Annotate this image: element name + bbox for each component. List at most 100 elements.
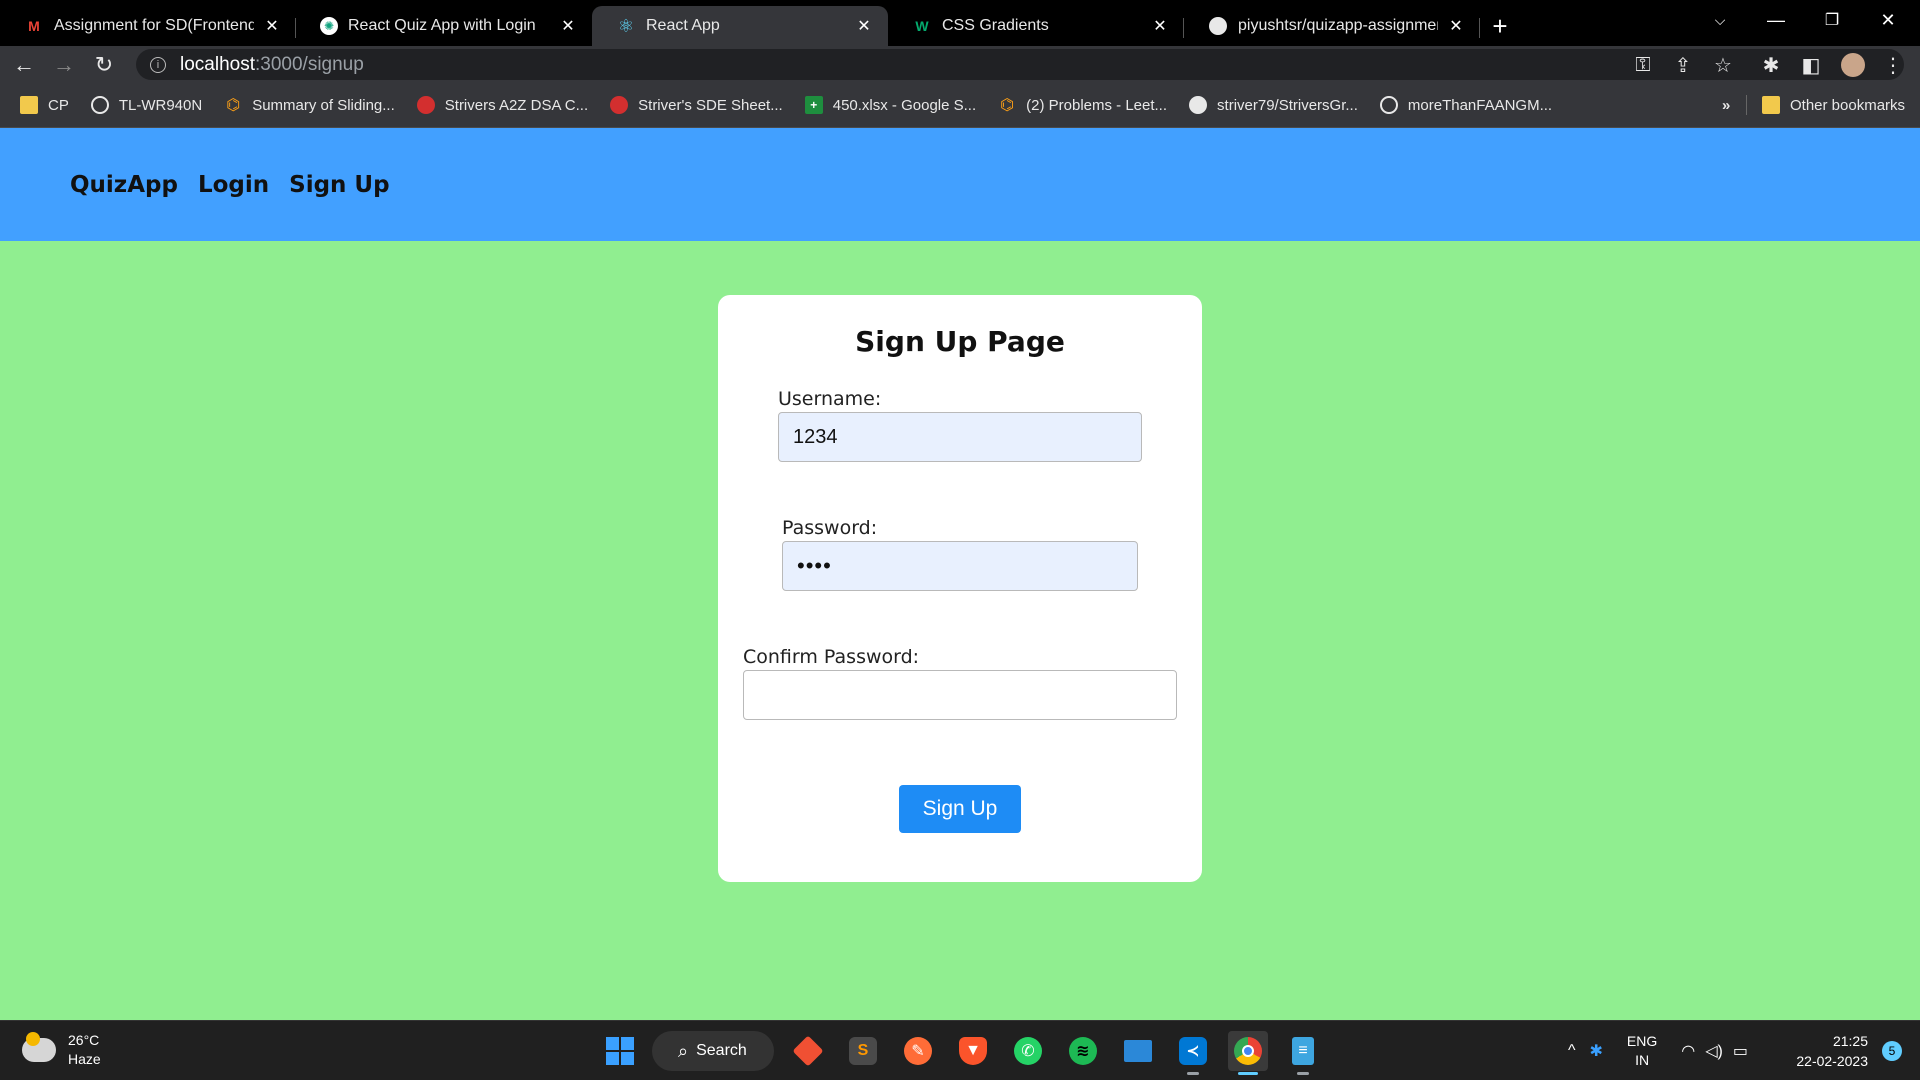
language-code: ENG [1626,1033,1658,1049]
taskbar-app-sublime[interactable]: S [843,1031,883,1071]
close-icon[interactable]: ✕ [854,16,874,36]
bookmark-item[interactable]: TL-WR940N [90,96,202,114]
tuf-icon [416,96,435,114]
overflow-chevron-icon: » [1722,96,1731,114]
new-tab-button[interactable]: + [1480,6,1520,46]
taskbar-app-postman[interactable]: ✎ [898,1031,938,1071]
weather-cloud-icon [22,1032,56,1062]
windows-logo-icon [606,1037,634,1065]
password-value: •••• [797,553,832,578]
bookmark-item[interactable]: +450.xlsx - Google S... [804,96,977,114]
username-label: Username: [778,388,882,410]
browser-tab-css-gradients[interactable]: W CSS Gradients ✕ [888,6,1184,46]
bookmark-label: 450.xlsx - Google S... [832,96,977,114]
taskbar-app-spotify[interactable]: ≋ [1063,1031,1103,1071]
nav-link-signup[interactable]: Sign Up [289,172,389,198]
temperature: 26°C [68,1032,100,1048]
reload-button[interactable]: ↻ [88,49,120,81]
signup-button[interactable]: Sign Up [899,785,1021,833]
signup-card: Sign Up Page Username: 1234 Password: ••… [718,295,1202,882]
postman-icon: ✎ [904,1037,932,1065]
forward-button[interactable]: → [48,49,80,81]
bookmark-item[interactable]: ⌬ Summary of Sliding... [224,96,395,115]
start-button[interactable] [600,1031,640,1071]
whatsapp-icon: ✆ [1014,1037,1042,1065]
password-input[interactable]: •••• [782,541,1138,591]
bookmark-star-icon[interactable]: ☆ [1708,50,1738,80]
close-window-button[interactable]: ✕ [1860,0,1916,40]
close-icon[interactable]: ✕ [558,16,578,36]
confirm-password-input[interactable] [743,670,1177,720]
taskbar-app-chrome[interactable] [1228,1031,1268,1075]
back-button[interactable]: ← [8,49,40,81]
bookmark-item[interactable]: striver79/StriversGr... [1189,96,1358,114]
battery-icon[interactable]: ▭ [1733,1041,1748,1061]
bookmark-label: Other bookmarks [1790,96,1906,114]
taskbar-app-git[interactable] [788,1031,828,1071]
browser-tab-react-app[interactable]: ⚛ React App ✕ [592,6,888,46]
taskbar-search[interactable]: ⌕ Search [652,1031,774,1071]
taskbar-app-brave[interactable]: ▼ [953,1031,993,1071]
browser-tab-github[interactable]: piyushtsr/quizapp-assignment ✕ [1184,6,1480,46]
bookmark-label: moreThanFAANGM... [1407,96,1553,114]
taskbar-app-desktop[interactable] [1118,1031,1158,1071]
confirm-password-label: Confirm Password: [743,646,920,668]
bookmarks-divider [1746,95,1747,115]
folder-icon [1762,96,1780,114]
profile-avatar[interactable] [1838,50,1868,80]
bookmark-item[interactable]: Striver's SDE Sheet... [610,96,783,114]
site-info-icon[interactable]: i [150,56,166,73]
volume-icon[interactable]: ◁) [1705,1041,1723,1061]
taskbar-app-whatsapp[interactable]: ✆ [1008,1031,1048,1071]
bookmark-item[interactable]: ⌬ (2) Problems - Leet... [998,96,1167,115]
menu-icon[interactable]: ⋮ [1878,50,1908,80]
wifi-icon[interactable]: ◠ [1681,1041,1695,1061]
share-icon[interactable]: ⇪ [1668,50,1698,80]
vscode-icon: ≺ [1179,1037,1207,1065]
browser-tab-chatgpt[interactable]: ✺ React Quiz App with Login ✕ [296,6,592,46]
side-panel-icon[interactable]: ◧ [1796,50,1826,80]
bookmark-label: Strivers A2Z DSA C... [444,96,589,114]
monitor-icon [1124,1040,1152,1062]
time: 21:25 [1832,1033,1868,1049]
tab-divider [1479,18,1480,38]
git-icon [792,1035,824,1067]
clock[interactable]: 21:25 22-02-2023 [1796,1031,1868,1071]
close-icon[interactable]: ✕ [1446,16,1466,36]
tab-title: CSS Gradients [942,17,1049,34]
bookmark-item[interactable]: Strivers A2Z DSA C... [416,96,589,114]
brave-icon: ▼ [959,1037,987,1065]
taskbar-app-notepad[interactable]: ≡ [1283,1031,1323,1075]
taskbar-app-vscode[interactable]: ≺ [1173,1031,1213,1075]
browser-tab-gmail[interactable]: M Assignment for SD(Frontend) Inte ✕ [0,6,296,46]
key-icon[interactable]: ⚿ [1628,50,1658,80]
notification-badge[interactable]: 5 [1882,1041,1902,1061]
weather-widget[interactable]: 26°C Haze [22,1031,101,1069]
username-input[interactable]: 1234 [778,412,1142,462]
url-path: :3000/signup [255,53,364,75]
nav-link-quizapp[interactable]: QuizApp [70,172,178,198]
github-icon [1208,16,1228,36]
search-label: Search [696,1042,747,1059]
running-indicator [1187,1072,1199,1075]
bookmarks-overflow-button[interactable]: » [1722,97,1730,114]
bookmark-item[interactable]: CP [20,96,69,114]
bookmark-item[interactable]: moreThanFAANGM... [1379,96,1553,114]
tab-search-icon[interactable]: ⌵ [1692,0,1748,40]
region-code: IN [1635,1052,1650,1068]
close-icon[interactable]: ✕ [1150,16,1170,36]
chrome-icon [1234,1037,1262,1065]
close-icon[interactable]: ✕ [262,16,282,36]
extensions-icon[interactable]: ✱ [1756,50,1786,80]
spotify-icon: ≋ [1069,1037,1097,1065]
page-title: Sign Up Page [855,325,1065,358]
react-icon: ⚛ [617,15,635,36]
restore-button[interactable]: ❐ [1804,0,1860,40]
language-indicator[interactable]: ENG IN [1627,1032,1657,1070]
bluetooth-icon[interactable]: ✱ [1590,1041,1603,1061]
minimize-button[interactable]: — [1748,0,1804,40]
other-bookmarks[interactable]: Other bookmarks [1762,96,1905,114]
tab-title: piyushtsr/quizapp-assignment [1238,17,1438,34]
chevron-up-icon[interactable]: ^ [1568,1042,1576,1060]
nav-link-login[interactable]: Login [198,172,269,198]
